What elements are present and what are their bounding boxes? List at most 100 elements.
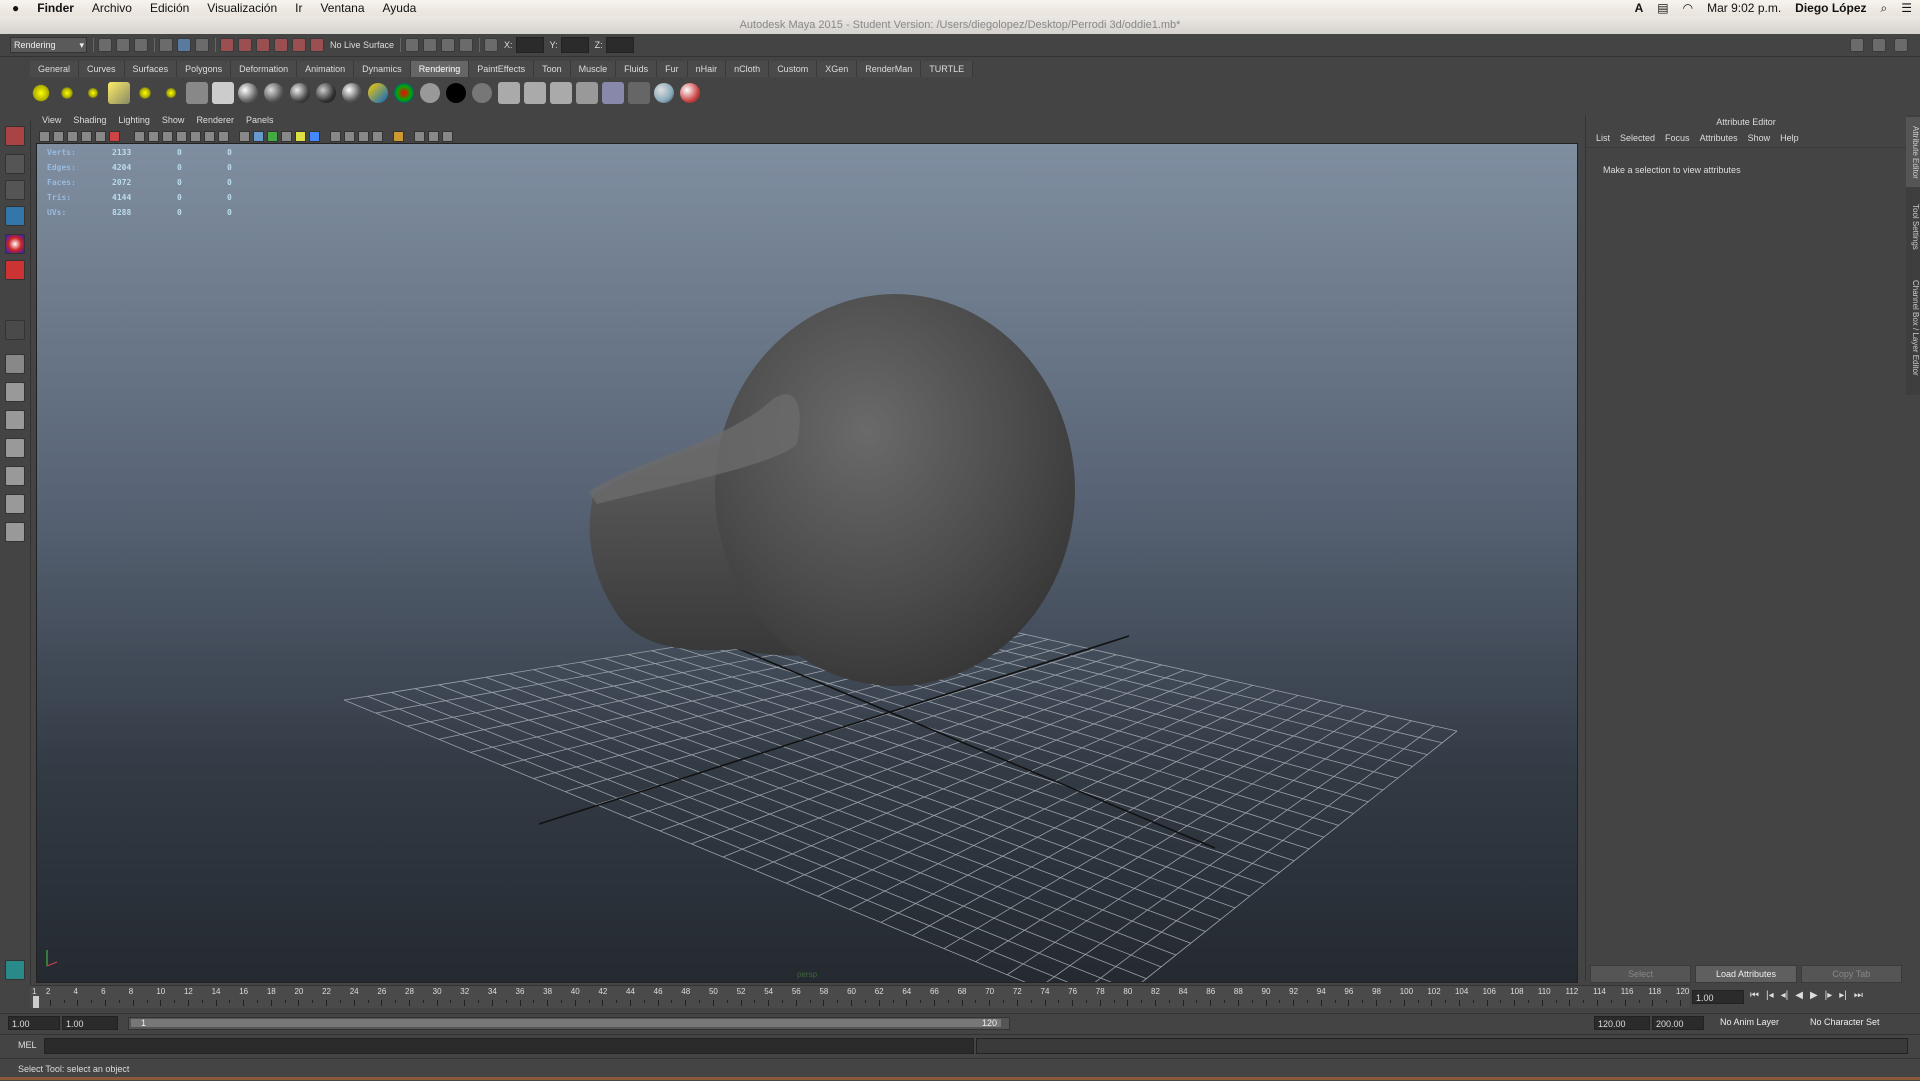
user-name[interactable]: Diego López xyxy=(1795,1,1866,15)
use-all-lights-icon[interactable] xyxy=(267,130,278,142)
field-chart-icon[interactable] xyxy=(162,130,173,142)
render-view-shelf-icon[interactable] xyxy=(576,82,598,104)
shelf-tab-animation[interactable]: Animation xyxy=(297,61,355,77)
outliner-layout-icon[interactable] xyxy=(5,410,25,430)
textured-icon[interactable] xyxy=(253,130,264,142)
anti-aliasing-icon[interactable] xyxy=(372,130,383,142)
x-field[interactable] xyxy=(515,37,544,53)
hypershade-icon[interactable] xyxy=(212,82,234,104)
paint-select-tool-icon[interactable] xyxy=(5,180,25,200)
sidebar-toggle-icon[interactable] xyxy=(1850,38,1864,52)
ipr-render-icon[interactable] xyxy=(441,38,456,52)
safe-title-icon[interactable] xyxy=(190,130,201,142)
render-icon[interactable] xyxy=(680,83,700,103)
shelf-tab-toon[interactable]: Toon xyxy=(534,61,571,77)
absolute-transform-icon[interactable] xyxy=(484,38,499,52)
wireframe-icon[interactable] xyxy=(204,130,215,142)
time-slider[interactable]: 1 2 4 6 8 10 12 14 16 18 20 22 24 26 28 30 32 34 36 38 40 42 4… xyxy=(30,985,1690,1008)
shelf-tab-dynamics[interactable]: Dynamics xyxy=(354,61,411,77)
projection-icon[interactable] xyxy=(550,82,572,104)
directional-light-icon[interactable] xyxy=(56,82,78,104)
ramp-texture-icon[interactable] xyxy=(524,82,546,104)
lasso-tool-icon[interactable] xyxy=(5,154,25,174)
notifications-icon[interactable]: ☰ xyxy=(1901,1,1912,15)
shelf-tab-fur[interactable]: Fur xyxy=(657,61,688,77)
layered-shader-icon[interactable] xyxy=(368,83,388,103)
viewport-menu-show[interactable]: Show xyxy=(162,115,185,129)
z-field[interactable] xyxy=(605,37,634,53)
attr-menu-show[interactable]: Show xyxy=(1748,133,1771,143)
y-field[interactable] xyxy=(560,37,589,53)
select-component-icon[interactable] xyxy=(195,38,209,52)
four-pane-layout-icon[interactable] xyxy=(5,382,25,402)
range-slider[interactable]: 1 120 xyxy=(128,1017,1010,1030)
render-view-icon[interactable] xyxy=(405,38,420,52)
shelf-tab-curves[interactable]: Curves xyxy=(79,61,125,77)
perspective-viewport[interactable]: Verts: 2133 0 0 Edges: 4204 0 0 Faces: 2072 0 0 T… xyxy=(36,143,1578,983)
image-plane-icon[interactable] xyxy=(81,130,92,142)
ramp-shader-icon[interactable] xyxy=(394,83,414,103)
head-sphere-mesh[interactable] xyxy=(715,294,1075,686)
menu-ayuda[interactable]: Ayuda xyxy=(383,1,417,15)
viewport-menu-lighting[interactable]: Lighting xyxy=(118,115,150,129)
attr-menu-focus[interactable]: Focus xyxy=(1665,133,1690,143)
load-attributes-button[interactable]: Load Attributes xyxy=(1695,965,1797,983)
current-time-indicator[interactable] xyxy=(33,996,39,1008)
new-scene-icon[interactable] xyxy=(98,38,112,52)
menu-ir[interactable]: Ir xyxy=(295,1,302,15)
play-backwards-icon[interactable]: ◀ xyxy=(1795,990,1803,1004)
mel-label[interactable]: MEL xyxy=(18,1040,37,1050)
single-pane-layout-icon[interactable] xyxy=(5,354,25,374)
safe-action-icon[interactable] xyxy=(176,130,187,142)
anim-layer-dropdown[interactable]: No Anim Layer xyxy=(1720,1017,1779,1027)
step-back-key-icon[interactable]: |◂ xyxy=(1766,990,1774,1004)
bookmark-icon[interactable] xyxy=(67,130,78,142)
sidebar-toggle-icon[interactable] xyxy=(1872,38,1886,52)
select-hierarchy-icon[interactable] xyxy=(159,38,173,52)
menu-archivo[interactable]: Archivo xyxy=(92,1,132,15)
snap-point-icon[interactable] xyxy=(256,38,270,52)
character-set-dropdown[interactable]: No Character Set xyxy=(1810,1017,1880,1027)
hud-icon[interactable] xyxy=(414,130,425,142)
phong-e-icon[interactable] xyxy=(316,83,336,103)
panel-settings-icon[interactable] xyxy=(442,130,453,142)
scale-tool-icon[interactable] xyxy=(5,260,25,280)
camera-icon[interactable] xyxy=(186,82,208,104)
dropbox-icon[interactable]: ▤ xyxy=(1657,1,1668,15)
current-frame-field[interactable]: 1.00 xyxy=(1692,990,1744,1004)
use-background-icon[interactable] xyxy=(446,83,466,103)
resolution-gate-icon[interactable] xyxy=(134,130,145,142)
last-tool-icon[interactable] xyxy=(5,320,25,340)
end-time-field[interactable]: 200.00 xyxy=(1652,1016,1704,1030)
menu-set-dropdown[interactable]: Rendering xyxy=(10,37,87,53)
grid-icon[interactable] xyxy=(95,130,106,142)
motion-blur-icon[interactable] xyxy=(358,130,369,142)
file-texture-icon[interactable] xyxy=(498,82,520,104)
isolate-select-icon[interactable] xyxy=(330,130,341,142)
shelf-tab-rendering[interactable]: Rendering xyxy=(410,61,470,77)
select-object-icon[interactable] xyxy=(177,38,191,52)
attr-menu-help[interactable]: Help xyxy=(1780,133,1799,143)
spot-light-icon[interactable] xyxy=(108,82,130,104)
shading-map-icon[interactable] xyxy=(472,83,492,103)
shelf-tab-renderman[interactable]: RenderMan xyxy=(857,61,922,77)
menu-ventana[interactable]: Ventana xyxy=(320,1,364,15)
playback-start-field[interactable]: 1.00 xyxy=(62,1016,118,1030)
save-scene-icon[interactable] xyxy=(134,38,148,52)
graph-layout-icon[interactable] xyxy=(5,438,25,458)
viewport-menu-panels[interactable]: Panels xyxy=(246,115,274,129)
copy-tab-button[interactable]: Copy Tab xyxy=(1800,965,1902,983)
spotlight-icon[interactable]: ⌕ xyxy=(1881,1,1888,16)
anisotropic-icon[interactable] xyxy=(342,83,362,103)
gate-mask-icon[interactable] xyxy=(148,130,159,142)
adobe-icon[interactable]: A xyxy=(1635,1,1644,15)
open-scene-icon[interactable] xyxy=(116,38,130,52)
wifi-icon[interactable]: ◠ xyxy=(1683,1,1693,15)
render-settings-shelf-icon[interactable] xyxy=(602,82,624,104)
viewport-menu-view[interactable]: View xyxy=(42,115,61,129)
shelf-tab-polygons[interactable]: Polygons xyxy=(177,61,232,77)
shelf-tab-custom[interactable]: Custom xyxy=(769,61,818,77)
playback-end-field[interactable]: 120.00 xyxy=(1594,1016,1650,1030)
render-frame-icon[interactable] xyxy=(423,38,438,52)
dope-sheet-layout-icon[interactable] xyxy=(5,494,25,514)
